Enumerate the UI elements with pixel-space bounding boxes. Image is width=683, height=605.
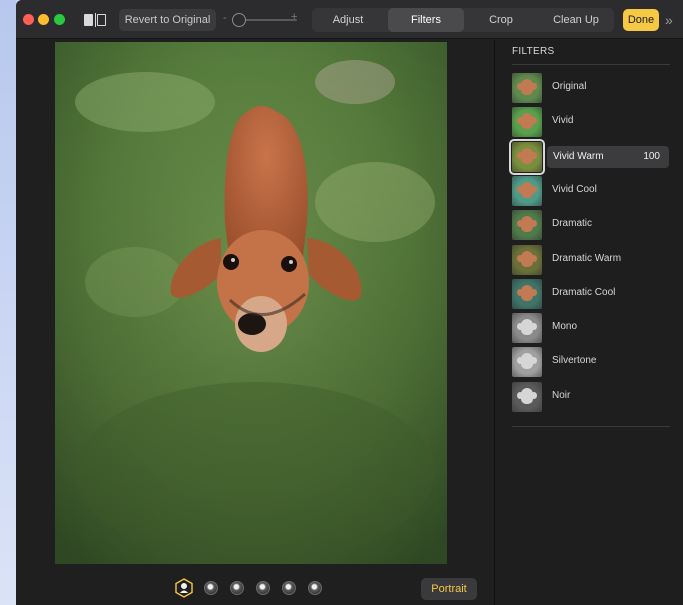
tab-crop[interactable]: Crop (464, 8, 538, 32)
done-button[interactable]: Done (623, 9, 659, 31)
filter-name: Vivid (552, 115, 574, 127)
filter-name: Silvertone (552, 355, 597, 367)
filter-name: Vivid Warm (553, 150, 604, 162)
filter-name: Mono (552, 321, 578, 333)
edit-toolbar: Revert to Original - + Adjust Filters Cr… (16, 0, 683, 39)
minimize-window-button[interactable] (38, 14, 49, 25)
tab-clean-up[interactable]: Clean Up (538, 8, 614, 32)
zoom-slider-knob[interactable] (232, 13, 246, 27)
compare-before-after-icon[interactable] (84, 13, 106, 27)
filter-thumbnail (512, 313, 542, 344)
filter-name: Dramatic Warm (552, 252, 622, 264)
filter-thumbnail (512, 175, 542, 206)
filter-thumbnail (512, 278, 542, 309)
portrait-lighting-bar: Portrait (16, 565, 494, 605)
filter-name: Dramatic Cool (552, 286, 616, 298)
photo-canvas (16, 40, 494, 605)
lighting-stage-button[interactable] (256, 581, 270, 595)
filter-thumbnail (512, 244, 542, 275)
tab-filters[interactable]: Filters (388, 8, 464, 32)
filter-thumbnail (512, 381, 542, 412)
divider (512, 426, 670, 427)
filters-title: FILTERS (512, 46, 555, 57)
filter-item[interactable]: Dramatic Warm (512, 244, 670, 275)
tab-adjust[interactable]: Adjust (312, 8, 384, 32)
depth-control-icon[interactable] (175, 578, 193, 598)
filter-thumbnail (509, 138, 545, 175)
filter-name: Vivid Cool (552, 183, 597, 195)
filter-item[interactable]: Dramatic (512, 210, 670, 241)
lighting-contour-button[interactable] (230, 581, 244, 595)
revert-to-original-button[interactable]: Revert to Original (119, 9, 216, 31)
lighting-studio-button[interactable] (204, 581, 218, 595)
more-tools-chevron-icon[interactable]: » (665, 9, 673, 31)
lighting-high-key-mono-button[interactable] (308, 581, 322, 595)
filter-item[interactable]: Vivid Cool (512, 175, 670, 206)
zoom-in-icon: + (291, 11, 298, 23)
edit-mode-tabs: Adjust Filters Crop Clean Up (312, 8, 614, 32)
zoom-out-icon: - (223, 12, 227, 24)
filter-item[interactable]: Silvertone (512, 347, 670, 378)
filter-item[interactable]: Mono (512, 313, 670, 344)
filter-thumbnail (512, 107, 542, 138)
filters-sidebar: FILTERS Original Vivid Vivid Warm 100 Vivid … (494, 40, 683, 605)
photos-edit-window: Revert to Original - + Adjust Filters Cr… (16, 0, 683, 605)
zoom-window-button[interactable] (54, 14, 65, 25)
filter-item[interactable]: Dramatic Cool (512, 278, 670, 309)
filter-item[interactable]: Original (512, 73, 670, 103)
filter-thumbnail (512, 347, 542, 378)
filter-thumbnail (512, 210, 542, 241)
filter-intensity-slider[interactable]: Vivid Warm 100 (547, 145, 669, 168)
divider (512, 64, 670, 65)
filter-item[interactable]: Vivid Warm 100 (509, 138, 670, 175)
lighting-stage-mono-button[interactable] (282, 581, 296, 595)
portrait-toggle-button[interactable]: Portrait (421, 578, 477, 600)
close-window-button[interactable] (23, 14, 34, 25)
filter-intensity-value: 100 (643, 150, 660, 162)
photo-image (55, 42, 447, 564)
filter-name: Dramatic (552, 218, 593, 230)
filter-name: Noir (552, 389, 571, 401)
filter-thumbnail (512, 73, 542, 103)
desktop-background (0, 0, 16, 605)
filter-item[interactable]: Noir (512, 381, 670, 412)
filter-item[interactable]: Vivid (512, 107, 670, 138)
filter-name: Original (552, 81, 587, 92)
